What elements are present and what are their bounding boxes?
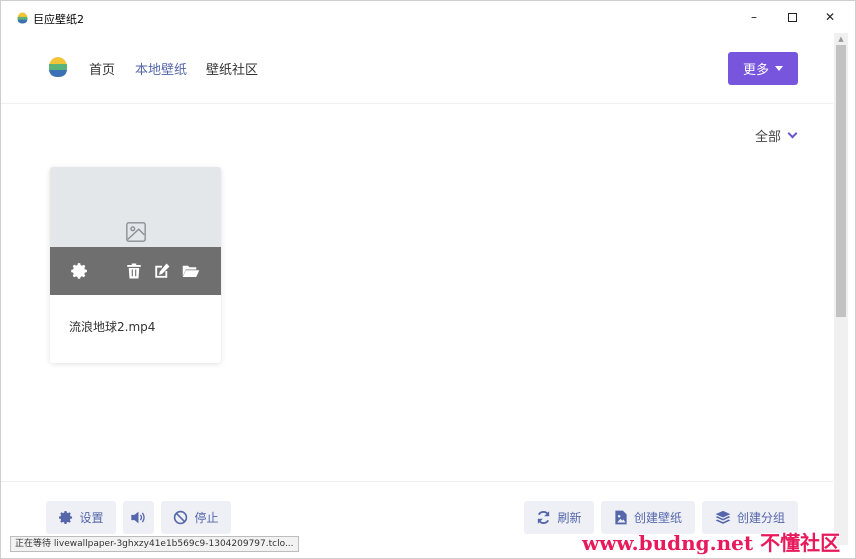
maximize-icon xyxy=(787,12,797,22)
category-filter-dropdown[interactable]: 全部 xyxy=(755,126,798,145)
minimize-button[interactable]: – xyxy=(735,1,773,33)
scrollbar-thumb[interactable] xyxy=(836,45,846,317)
wallpaper-card[interactable]: 流浪地球2.mp4 xyxy=(50,167,221,363)
edit-icon[interactable] xyxy=(153,262,171,280)
title-bar: 巨应壁纸2 – ✕ xyxy=(1,1,855,33)
maximize-button[interactable] xyxy=(773,1,811,33)
more-button-label: 更多 xyxy=(742,63,769,78)
trash-icon[interactable] xyxy=(125,262,143,280)
brand-logo-icon xyxy=(49,57,67,77)
stop-label: 停止 xyxy=(194,511,219,525)
create-wallpaper-label: 创建壁纸 xyxy=(633,511,682,525)
top-nav: 首页 本地壁纸 壁纸社区 更多 xyxy=(1,33,833,104)
volume-icon xyxy=(131,511,145,524)
site-watermark: www.budng.net 不懂社区 xyxy=(582,531,841,555)
nav-local-wallpapers[interactable]: 本地壁纸 xyxy=(135,59,187,78)
window-title: 巨应壁纸2 xyxy=(33,13,84,26)
folder-open-icon[interactable] xyxy=(182,262,200,280)
wallpaper-thumbnail[interactable] xyxy=(50,167,221,247)
gear-icon xyxy=(59,510,73,524)
nav-wallpaper-community[interactable]: 壁纸社区 xyxy=(206,59,258,78)
wallpaper-filename: 流浪地球2.mp4 xyxy=(69,320,156,334)
stop-button[interactable]: 停止 xyxy=(161,501,231,534)
layers-icon xyxy=(715,510,731,524)
settings-button[interactable]: 设置 xyxy=(46,501,116,534)
chevron-down-icon xyxy=(787,128,798,139)
volume-button[interactable] xyxy=(123,501,154,534)
gear-icon[interactable] xyxy=(70,262,88,280)
status-bar: 正在等待 livewallpaper-3ghxzy41e1b569c9-1304… xyxy=(10,536,299,552)
settings-label: 设置 xyxy=(79,511,104,525)
stop-icon xyxy=(174,510,188,525)
nav-home[interactable]: 首页 xyxy=(89,59,115,78)
app-logo-icon xyxy=(17,12,28,24)
card-action-bar xyxy=(50,247,221,295)
refresh-label: 刷新 xyxy=(557,511,582,525)
refresh-icon xyxy=(538,511,550,524)
app-window: 巨应壁纸2 – ✕ 首页 本地壁纸 壁纸社区 更多 ▲ 全部 流浪地球2.mp4… xyxy=(0,0,856,559)
scroll-up-arrow-icon[interactable]: ▲ xyxy=(834,35,848,45)
footer-divider xyxy=(1,481,833,482)
image-placeholder-icon xyxy=(126,222,146,242)
vertical-scrollbar[interactable]: ▲ xyxy=(834,33,848,545)
close-button[interactable]: ✕ xyxy=(811,1,849,33)
more-button[interactable]: 更多 xyxy=(728,52,798,85)
filter-label: 全部 xyxy=(755,130,782,145)
caret-down-icon xyxy=(775,66,783,71)
file-image-icon xyxy=(615,510,627,525)
create-group-label: 创建分组 xyxy=(736,511,785,525)
